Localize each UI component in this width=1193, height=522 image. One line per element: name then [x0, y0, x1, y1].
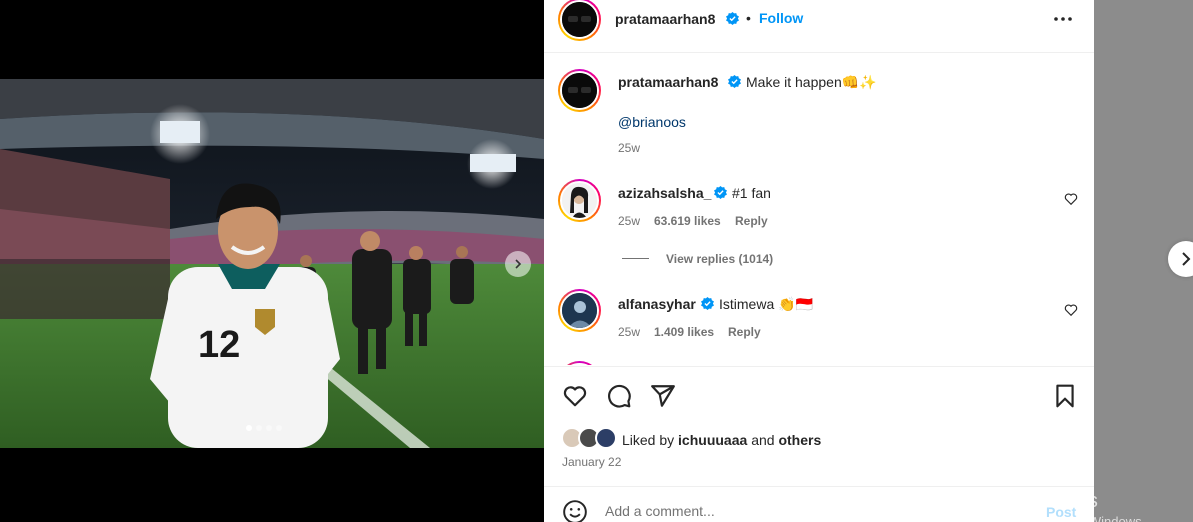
reply-button[interactable]: Reply — [728, 325, 761, 339]
view-replies-label[interactable]: View replies (1014) — [666, 252, 773, 266]
post-photo: 12 — [0, 79, 544, 448]
like-comment-heart-icon[interactable] — [1064, 192, 1078, 206]
reply-label[interactable]: Reply — [735, 214, 768, 228]
comment-likes-count[interactable]: 63.619 likes — [654, 214, 721, 228]
comments-list: pratamaarhan8 Make it happen👊✨ @brianoos… — [544, 53, 1094, 365]
liked-by-user-link[interactable]: ichuuuaaa — [678, 432, 747, 448]
post-actions: Liked by ichuuuaaa and others January 22 — [544, 366, 1094, 486]
carousel-dot[interactable] — [246, 425, 252, 431]
avatar-image — [562, 2, 597, 37]
media-pane: 12 — [0, 0, 544, 522]
emoji-icon[interactable] — [562, 499, 588, 522]
commenter-avatar[interactable] — [558, 289, 601, 332]
save-bookmark-icon[interactable] — [1052, 383, 1078, 409]
commenter-avatar[interactable] — [558, 361, 601, 365]
view-replies-button[interactable]: View replies (1014) — [666, 252, 773, 266]
caption-text: Make it happen👊✨ — [746, 74, 877, 90]
caption-age[interactable]: 25w — [618, 141, 640, 155]
verified-badge-icon — [714, 186, 727, 199]
commenter-username[interactable]: alfanasyhar — [618, 296, 696, 312]
carousel-dot[interactable] — [266, 425, 272, 431]
stadium-photo: 12 — [0, 79, 544, 448]
commenter-username[interactable]: azizahsalsha_ — [618, 185, 711, 201]
view-replies-line — [622, 258, 649, 259]
avatar-image — [562, 293, 597, 328]
carousel-dot[interactable] — [276, 425, 282, 431]
separator-dot: • — [746, 10, 751, 26]
avatar-image — [562, 73, 597, 108]
liked-by-and: and — [751, 432, 775, 448]
chevron-right-icon — [515, 259, 522, 269]
liker-avatar — [595, 427, 617, 449]
reply-label[interactable]: Reply — [728, 325, 761, 339]
chevron-right-icon — [1182, 252, 1191, 266]
caption-avatar[interactable] — [558, 69, 601, 112]
liked-by-avatars[interactable] — [561, 427, 619, 449]
post-header: pratamaarhan8 • Follow — [544, 0, 1094, 53]
comment-age[interactable]: 25w — [618, 214, 640, 228]
carousel-next-button[interactable] — [505, 251, 531, 277]
comment-text: Istimewa 👏🇮🇩 — [719, 296, 813, 312]
more-options-icon[interactable] — [1052, 8, 1074, 30]
activate-windows-subtitle: Go to Settings to activate Windows. — [940, 514, 1146, 522]
comment-likes-count[interactable]: 1.409 likes — [654, 325, 714, 339]
verified-badge-icon — [701, 297, 714, 310]
liked-by-others-link[interactable]: others — [778, 432, 821, 448]
comment-age[interactable]: 25w — [618, 325, 640, 339]
post-date[interactable]: January 22 — [562, 455, 621, 469]
caption-username[interactable]: pratamaarhan8 — [618, 74, 718, 90]
caption-mention-link[interactable]: @brianoos — [618, 114, 686, 130]
comment-likes[interactable]: 63.619 likes — [654, 214, 721, 228]
commenter-avatar[interactable] — [558, 179, 601, 222]
author-username[interactable]: pratamaarhan8 — [615, 11, 715, 27]
verified-badge-icon — [726, 12, 739, 25]
like-comment-heart-icon[interactable] — [1064, 303, 1078, 317]
svg-text:12: 12 — [198, 324, 240, 366]
carousel-dots — [246, 425, 282, 431]
verified-badge-icon — [728, 75, 741, 88]
activate-windows-watermark: Activate Windows — [940, 490, 1098, 512]
comment-input[interactable] — [605, 503, 985, 519]
reply-button[interactable]: Reply — [735, 214, 768, 228]
liked-by-text: Liked by ichuuuaaa and others — [622, 432, 821, 448]
like-heart-icon[interactable] — [562, 383, 588, 409]
comment-likes[interactable]: 1.409 likes — [654, 325, 714, 339]
comment-bubble-icon[interactable] — [606, 383, 632, 409]
share-send-icon[interactable] — [650, 383, 676, 409]
liked-by-prefix: Liked by — [622, 432, 675, 448]
follow-button[interactable]: Follow — [759, 10, 803, 26]
author-avatar[interactable] — [558, 0, 601, 41]
carousel-dot[interactable] — [256, 425, 262, 431]
comment-text: #1 fan — [732, 185, 771, 201]
post-details-pane: pratamaarhan8 • Follow pratamaarhan8 Mak… — [544, 0, 1094, 522]
avatar-image — [562, 183, 597, 218]
